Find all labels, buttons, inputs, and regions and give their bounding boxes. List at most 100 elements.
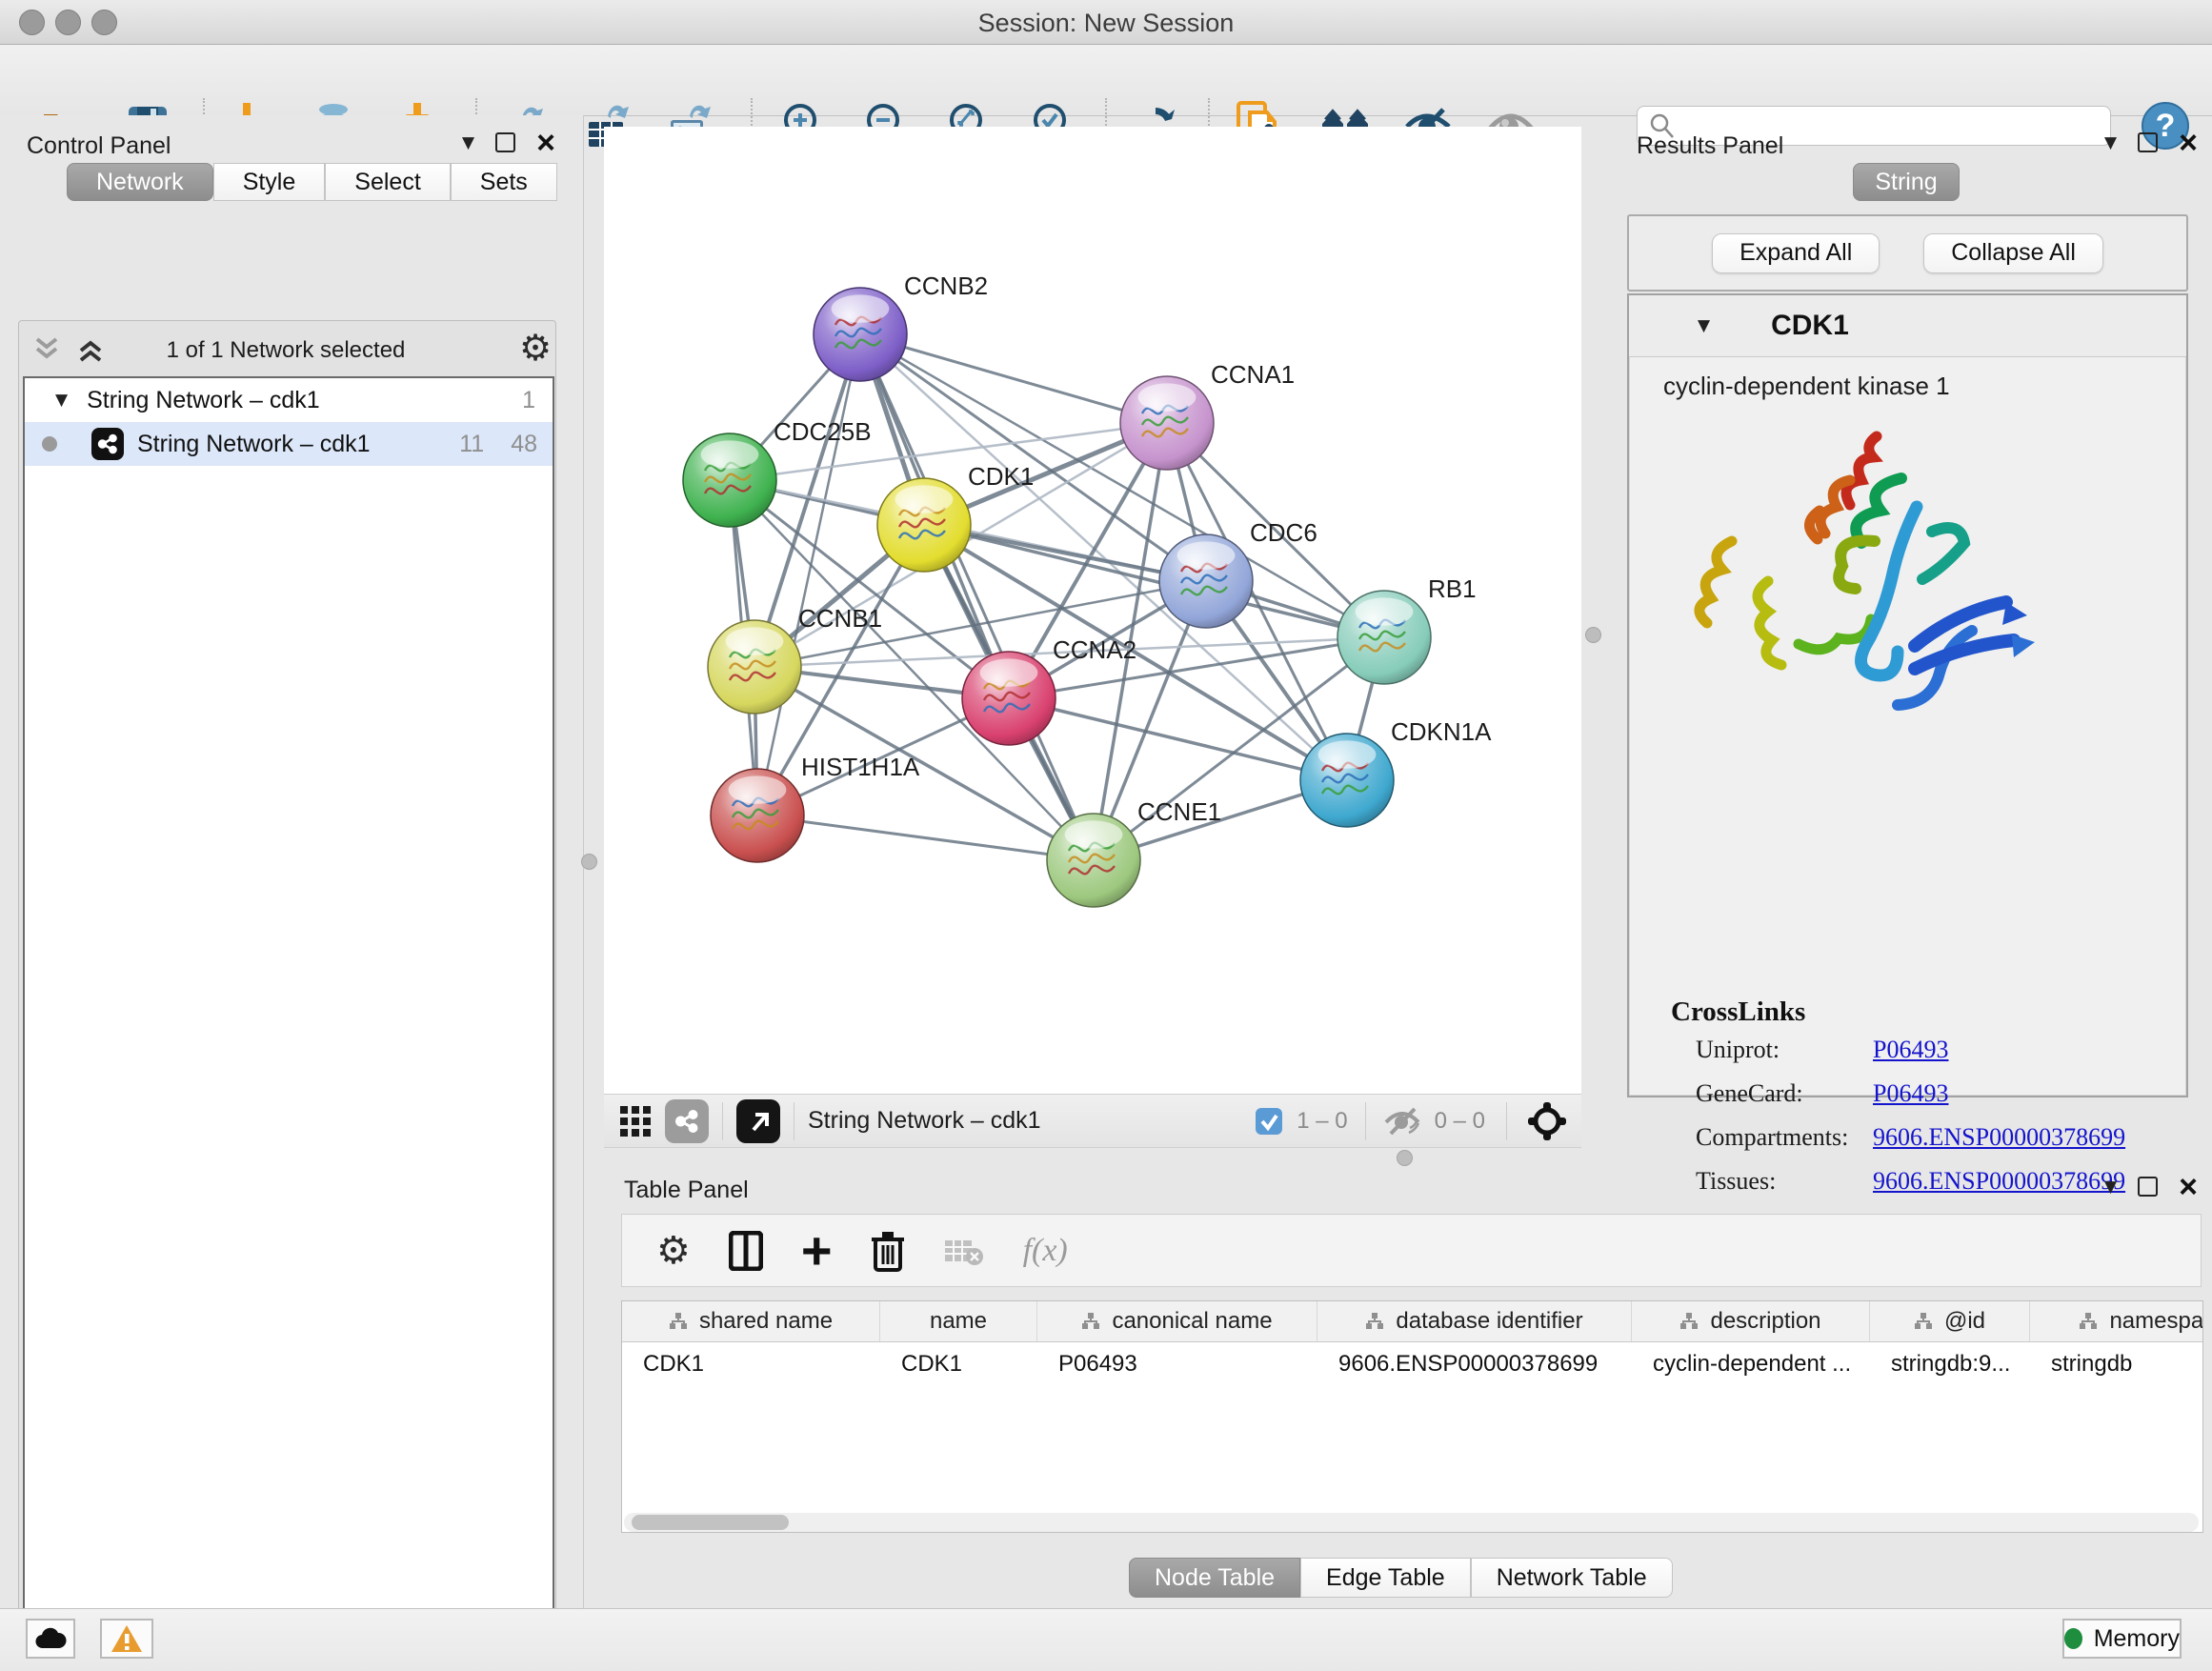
table-cell[interactable]: stringdb [2030,1342,2203,1386]
network-collection-row[interactable]: ▼ String Network – cdk1 1 [25,378,553,422]
expand-all-button[interactable]: Expand All [1712,233,1880,273]
collapse-all-button[interactable]: Collapse All [1923,233,2103,273]
collection-count: 1 [522,387,535,414]
tab-network-table[interactable]: Network Table [1471,1558,1673,1598]
network-list: ▼ String Network – cdk1 1 String Network… [23,376,554,1671]
crosslink-label: GeneCard: [1671,1079,1873,1108]
warnings-button[interactable] [100,1619,153,1659]
horizontal-splitter-handle[interactable] [1397,1150,1413,1166]
results-panel-title: Results Panel [1637,132,1783,160]
table-row[interactable]: CDK1CDK1P064939606.ENSP00000378699cyclin… [622,1342,2202,1386]
tab-style[interactable]: Style [213,163,326,201]
network-node-hist1h1a[interactable]: HIST1H1A [711,753,920,862]
protein-structure-image [1677,419,2039,772]
table-toolbar: ⚙ + f(x) [621,1214,2202,1287]
expand-all-icon[interactable] [76,335,105,364]
column-label: canonical name [1112,1308,1272,1335]
table-cell[interactable]: P06493 [1037,1342,1317,1386]
collapse-protein-icon[interactable]: ▼ [1698,316,1710,335]
application-window: Session: New Session [0,0,2212,1671]
network-edge-count: 48 [511,431,537,458]
network-view-title: String Network – cdk1 [808,1107,1041,1135]
toolbar-divider [722,1102,723,1140]
show-grid-button[interactable] [619,1105,652,1137]
protein-header[interactable]: ▼ CDK1 [1629,295,2186,357]
hidden-eye-icon [1383,1106,1421,1137]
column-header-description[interactable]: description [1632,1301,1870,1341]
tab-edge-table[interactable]: Edge Table [1300,1558,1471,1598]
add-column-icon[interactable]: + [801,1232,833,1270]
column-header-namespace[interactable]: namespace [2030,1301,2203,1341]
node-label: CDC6 [1250,518,1317,547]
network-edge[interactable] [860,334,1167,423]
column-header-canonical-name[interactable]: canonical name [1037,1301,1317,1341]
collapse-all-icon[interactable] [32,335,61,364]
table-cell[interactable]: CDK1 [622,1342,880,1386]
grid-icon [619,1105,652,1137]
network-edge[interactable] [757,334,860,815]
column-header-shared-name[interactable]: shared name [622,1301,880,1341]
status-bar [0,1608,2212,1671]
node-label: CCNA2 [1053,635,1136,664]
node-table[interactable]: shared namename canonical name database id… [621,1300,2203,1533]
column-label: description [1710,1308,1820,1335]
selected-checkbox-icon[interactable] [1255,1107,1283,1136]
table-panel-controls: ▼ × [2104,1177,2198,1197]
network-node-cdc25b[interactable]: CDC25B [683,417,872,527]
show-columns-icon[interactable] [729,1231,763,1271]
table-horizontal-scrollbar[interactable] [624,1513,2199,1532]
network-options-gear-icon[interactable]: ⚙ [519,327,552,369]
column-header-name[interactable]: name [880,1301,1037,1341]
network-row[interactable]: String Network – cdk1 11 48 [25,422,553,466]
protein-description: cyclin-dependent kinase 1 [1663,372,1950,401]
network-node-cdkn1a[interactable]: CDKN1A [1300,717,1492,827]
node-label: CDK1 [968,462,1034,491]
close-panel-icon[interactable]: × [536,133,555,152]
control-panel: Control Panel ▼ × NetworkStyleSelectSets… [0,115,584,1608]
network-canvas[interactable]: CCNB2 CCNA1 CDC25B CDK1 CDC6 RB1 CCNB1 CCNA2 CDK… [604,127,1581,1094]
network-node-cdc6[interactable]: CDC6 [1159,518,1317,628]
column-header-database-identifier[interactable]: database identifier [1317,1301,1632,1341]
table-cell[interactable]: CDK1 [880,1342,1037,1386]
column-header--id[interactable]: @id [1870,1301,2030,1341]
results-tab-string[interactable]: String [1853,163,1960,201]
column-source-icon [1081,1312,1100,1331]
delete-column-icon[interactable] [871,1230,905,1272]
float-panel-icon[interactable]: ▼ [2104,1178,2117,1197]
table-cell[interactable]: cyclin-dependent ... [1632,1342,1870,1386]
scrollbar-thumb[interactable] [632,1515,789,1530]
network-view-type-button[interactable] [665,1099,709,1143]
network-node-ccna1[interactable]: CCNA1 [1120,360,1295,470]
table-options-gear-icon[interactable]: ⚙ [656,1229,691,1273]
network-edge[interactable] [860,334,1094,860]
tab-network[interactable]: Network [67,163,213,201]
network-node-rb1[interactable]: RB1 [1337,574,1477,684]
network-edge[interactable] [757,815,1094,860]
memory-button[interactable]: Memory [2062,1619,2182,1659]
crosslink-link[interactable]: 9606.ENSP00000378699 [1873,1123,2125,1152]
tab-sets[interactable]: Sets [451,163,557,201]
maximize-panel-icon[interactable] [2138,1177,2158,1197]
network-node-ccnb1[interactable]: CCNB1 [708,604,882,714]
float-panel-icon[interactable]: ▼ [2104,133,2117,152]
table-cell[interactable]: stringdb:9... [1870,1342,2030,1386]
tab-node-table[interactable]: Node Table [1129,1558,1300,1598]
table-cell[interactable]: 9606.ENSP00000378699 [1317,1342,1632,1386]
cloud-button[interactable] [26,1619,75,1659]
maximize-panel-icon[interactable] [495,132,515,152]
node-label: CCNB2 [904,272,988,300]
close-panel-icon[interactable]: × [2179,1178,2198,1197]
crosshair-icon[interactable] [1528,1102,1566,1140]
tab-select[interactable]: Select [325,163,450,201]
birdseye-view-button[interactable] [736,1099,780,1143]
float-panel-icon[interactable]: ▼ [462,133,474,152]
crosslink-link[interactable]: P06493 [1873,1079,1948,1108]
close-panel-icon[interactable]: × [2179,133,2198,152]
crosslink-link[interactable]: P06493 [1873,1036,1948,1064]
right-splitter-handle[interactable] [1585,627,1601,643]
collection-expand-icon[interactable]: ▼ [55,391,68,410]
crosslinks-heading: CrossLinks [1671,997,2147,1028]
vertical-splitter-handle[interactable] [581,854,597,870]
share-icon [674,1109,699,1134]
maximize-panel-icon[interactable] [2138,132,2158,152]
